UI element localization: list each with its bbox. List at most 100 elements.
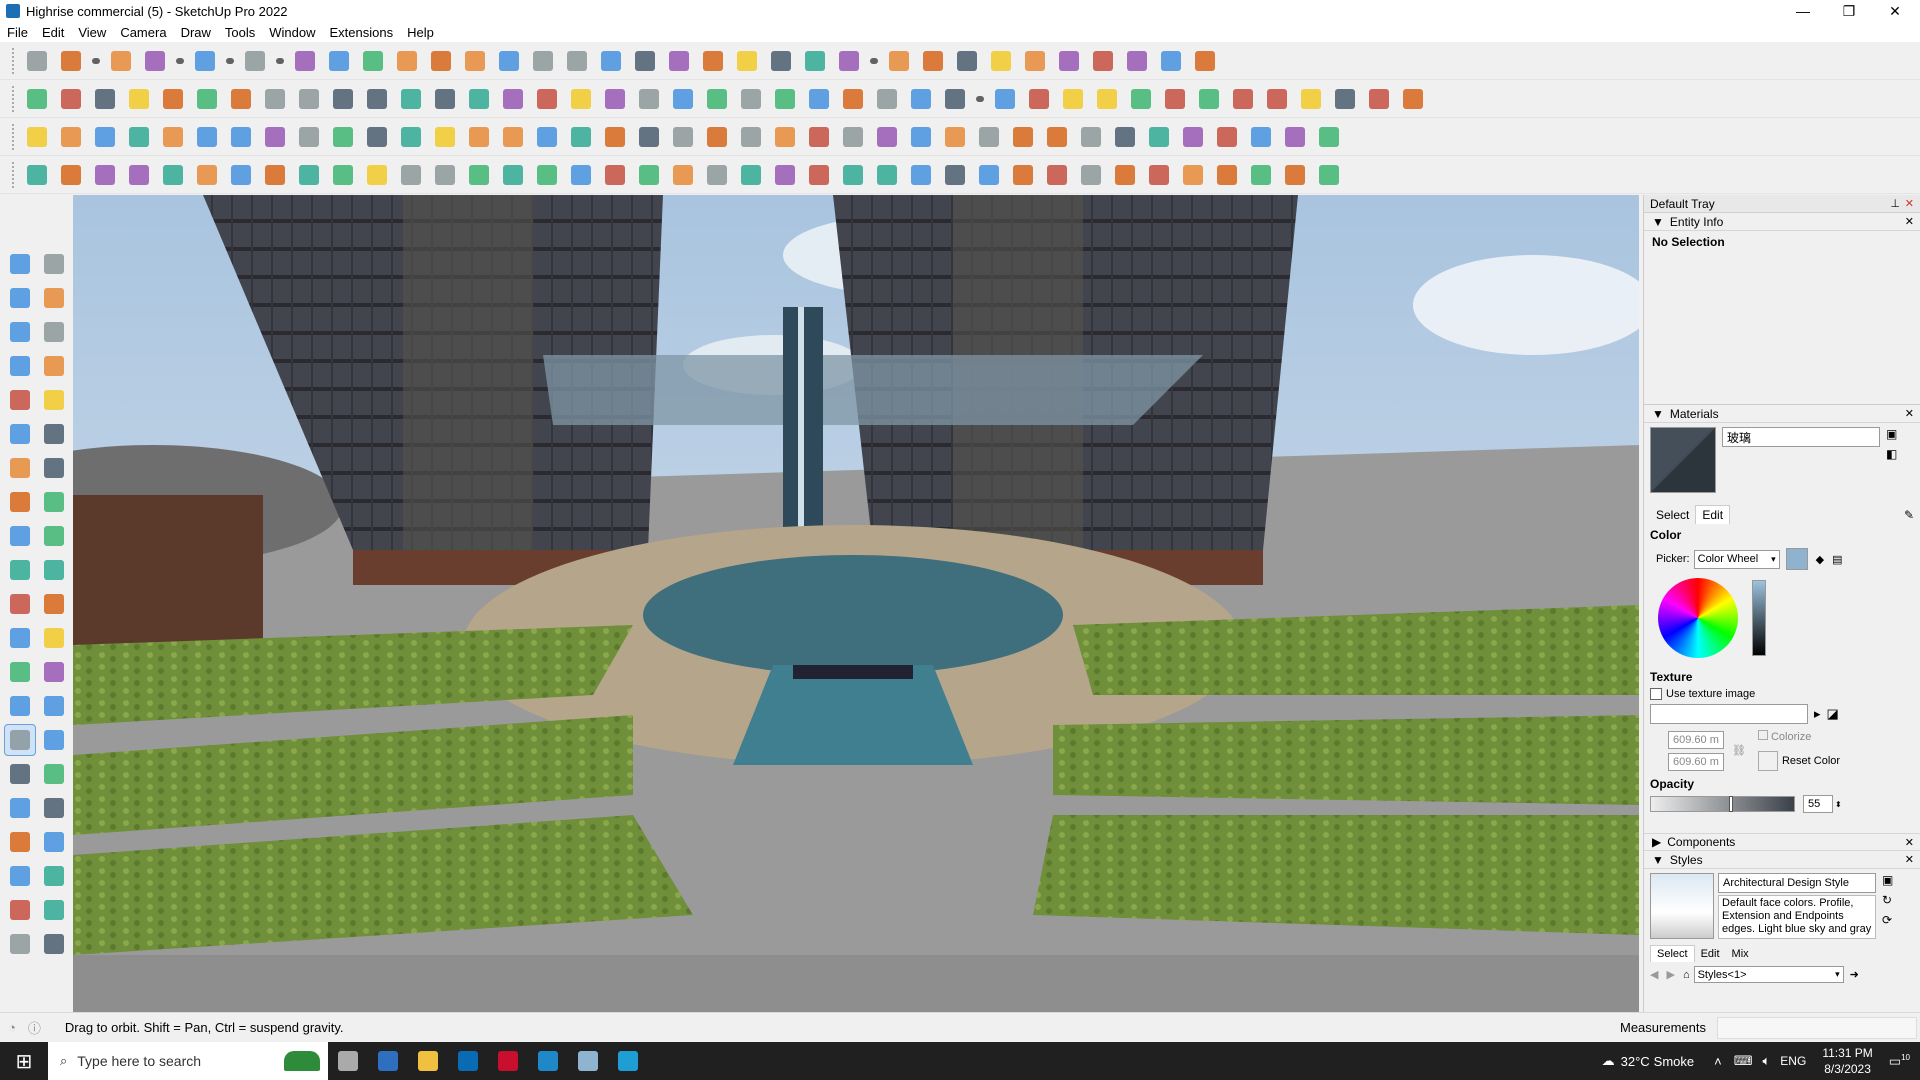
front-view-icon[interactable] <box>90 84 120 114</box>
sandbox-add-detail-icon[interactable] <box>1054 46 1084 76</box>
frame-icon[interactable] <box>294 122 324 152</box>
axes-icon[interactable] <box>804 122 834 152</box>
link-aspect-icon[interactable]: ⛓ <box>1732 744 1746 757</box>
color-wheel[interactable] <box>1658 578 1738 658</box>
push-pull-icon[interactable] <box>39 521 69 551</box>
grid-gray-icon[interactable] <box>1110 160 1140 190</box>
fence-icon[interactable] <box>1042 160 1072 190</box>
eyedropper-icon[interactable]: ✎ <box>1904 508 1914 522</box>
sandbox-drape-icon[interactable] <box>1020 46 1050 76</box>
menu-edit[interactable]: Edit <box>35 25 71 40</box>
cable-icon[interactable] <box>328 160 358 190</box>
arrow-down-icon[interactable] <box>600 84 630 114</box>
task-view-icon[interactable] <box>328 1042 368 1080</box>
circle-dot-icon[interactable] <box>1280 122 1310 152</box>
chevron-up-icon[interactable]: ˄ <box>1714 1054 1722 1069</box>
match-screen-color-icon[interactable]: ▤ <box>1832 553 1842 566</box>
solid-trim-icon[interactable] <box>430 84 460 114</box>
hand-icon[interactable] <box>1190 46 1220 76</box>
weather-icon[interactable]: ☁ <box>1602 1053 1615 1069</box>
top-view-icon[interactable] <box>56 84 86 114</box>
cube-mixed-icon[interactable] <box>1008 122 1038 152</box>
plane-green-icon[interactable] <box>124 122 154 152</box>
menu-extensions[interactable]: Extensions <box>323 25 401 40</box>
select-dropdown-icon[interactable] <box>90 46 102 76</box>
close-icon[interactable]: ✕ <box>1905 407 1914 420</box>
comb-icon[interactable] <box>1144 160 1174 190</box>
two-point-arc-icon[interactable] <box>39 453 69 483</box>
frame-gray-icon[interactable] <box>1008 160 1038 190</box>
arc-icon[interactable] <box>5 453 35 483</box>
extension-manager-icon[interactable] <box>800 46 830 76</box>
component-icon[interactable] <box>124 84 154 114</box>
notifications-icon[interactable]: ▭10 <box>1889 1053 1910 1069</box>
zoom-icon[interactable] <box>5 759 35 789</box>
clock[interactable]: 11:31 PM 8/3/2023 <box>1822 1045 1872 1077</box>
ring-icon[interactable] <box>260 160 290 190</box>
arc-icon[interactable] <box>1228 84 1258 114</box>
curve-dashed-icon[interactable] <box>22 160 52 190</box>
create-style-icon[interactable]: ▣ <box>1882 873 1893 887</box>
material-in-model-icon[interactable]: ◧ <box>1886 447 1897 461</box>
components-header[interactable]: ▶ Components ✕ <box>1644 833 1920 851</box>
texture-width-field[interactable] <box>1668 730 1724 749</box>
reset-color-swatch[interactable] <box>1757 751 1778 771</box>
create-material-icon[interactable]: ▣ <box>1886 427 1897 441</box>
network-icon[interactable]: ⌨ <box>1734 1053 1753 1069</box>
leaf-icon[interactable] <box>668 160 698 190</box>
parallelogram-icon[interactable] <box>1194 84 1224 114</box>
move-icon[interactable] <box>5 521 35 551</box>
zoom-window-icon[interactable] <box>22 46 52 76</box>
position-camera-icon[interactable] <box>5 827 35 857</box>
refresh-icon[interactable]: ⟳ <box>1882 913 1893 927</box>
push-pull-icon[interactable] <box>290 46 320 76</box>
follow-me-icon[interactable] <box>39 555 69 585</box>
bars-icon[interactable] <box>566 160 596 190</box>
circle-icon[interactable] <box>1092 84 1122 114</box>
select-icon[interactable] <box>56 46 86 76</box>
stack-icon[interactable] <box>736 160 766 190</box>
roof-icon[interactable] <box>736 84 766 114</box>
arrow-up-icon[interactable] <box>566 84 596 114</box>
curvilinear-icon[interactable] <box>1330 84 1360 114</box>
pencil-icon[interactable] <box>39 317 69 347</box>
browse-folder-icon[interactable]: ▸ <box>1814 706 1821 722</box>
triangle-icon[interactable] <box>668 122 698 152</box>
close-button[interactable]: ✕ <box>1872 0 1918 22</box>
menu-window[interactable]: Window <box>262 25 322 40</box>
toolbar-grip[interactable] <box>12 161 16 188</box>
extension-warehouse-icon[interactable] <box>732 46 762 76</box>
cup-icon[interactable] <box>838 122 868 152</box>
sandbox-stamp-icon[interactable] <box>986 46 1016 76</box>
sphere-icon[interactable] <box>294 160 324 190</box>
geo-location-icon[interactable]: ◔ <box>8 1020 16 1035</box>
house-icon[interactable] <box>634 84 664 114</box>
gear-outline-icon[interactable] <box>192 160 222 190</box>
fan-icon[interactable] <box>532 160 562 190</box>
grid-amber-icon[interactable] <box>1212 122 1242 152</box>
plane-yellow-icon[interactable] <box>90 122 120 152</box>
picker-select[interactable]: Color Wheel ▾ <box>1693 549 1780 569</box>
gear-icon[interactable] <box>158 160 188 190</box>
house-outline-icon[interactable] <box>668 84 698 114</box>
sandbox-flip-edge-icon[interactable] <box>1088 46 1118 76</box>
tag-tool-icon[interactable] <box>5 317 35 347</box>
use-texture-checkbox[interactable] <box>1650 688 1662 700</box>
truck-icon[interactable] <box>90 160 120 190</box>
freehand-lasso-icon[interactable] <box>190 46 220 76</box>
shape-icon[interactable] <box>240 46 270 76</box>
opacity-value-field[interactable] <box>1803 795 1833 813</box>
opacity-slider-thumb[interactable] <box>1729 796 1733 812</box>
start-button[interactable]: ⊞ <box>0 1042 48 1080</box>
panel-blue-icon[interactable] <box>1110 122 1140 152</box>
forward-icon[interactable]: ▶ <box>1666 968 1674 981</box>
zoom-extents-icon[interactable] <box>664 46 694 76</box>
knot-icon[interactable] <box>736 122 766 152</box>
tape-measure-icon[interactable] <box>460 46 490 76</box>
wood-icon[interactable] <box>362 122 392 152</box>
star-icon[interactable] <box>1296 84 1326 114</box>
grid-icon[interactable] <box>1076 122 1106 152</box>
solid-subtract-icon[interactable] <box>362 84 392 114</box>
menu-tools[interactable]: Tools <box>218 25 262 40</box>
step-icon[interactable] <box>396 160 426 190</box>
